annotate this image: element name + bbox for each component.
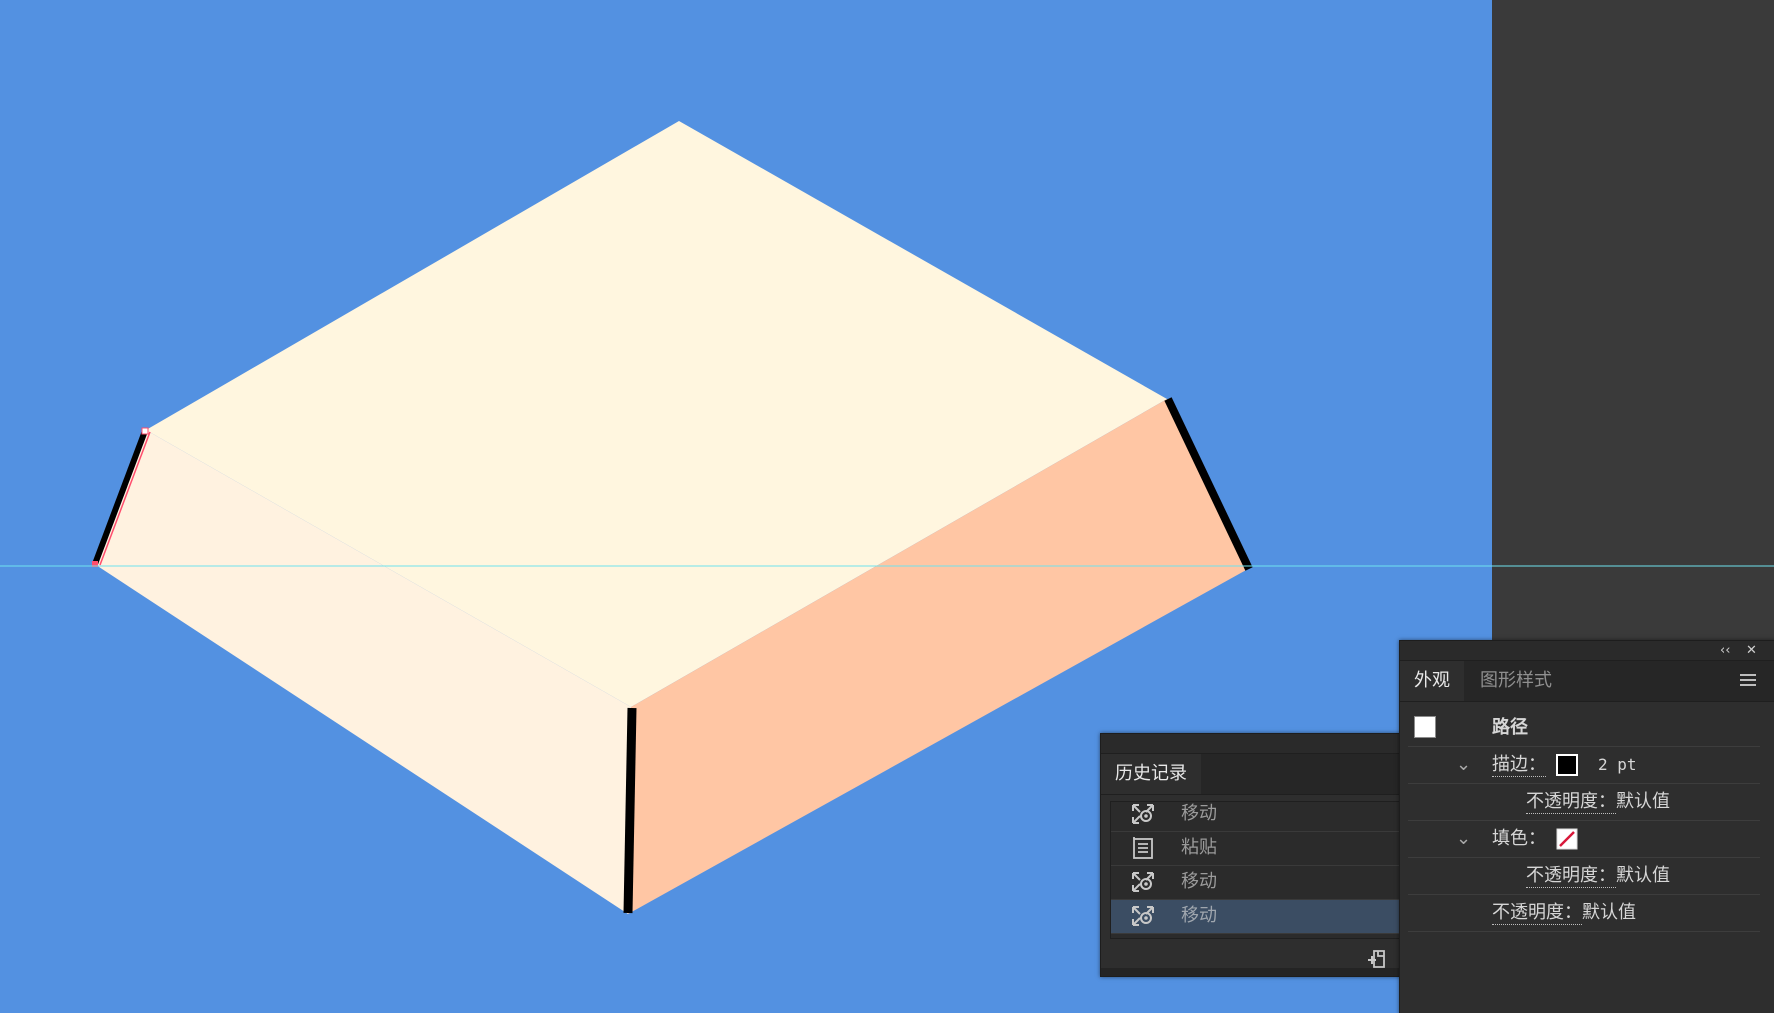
tab-history[interactable]: 历史记录 <box>1101 754 1201 794</box>
fill-none-swatch-icon[interactable] <box>1556 828 1578 850</box>
stroke-swatch[interactable] <box>1556 754 1578 776</box>
history-item-label: 移动 <box>1181 803 1217 824</box>
appearance-panel-titlebar[interactable]: ‹‹ ✕ <box>1400 641 1774 661</box>
new-document-from-state-icon[interactable] <box>1365 948 1389 970</box>
tab-appearance[interactable]: 外观 <box>1400 661 1464 701</box>
stroke-weight-value[interactable]: 2 pt <box>1598 754 1637 776</box>
appearance-fill-row[interactable]: ⌄ 填色： <box>1408 821 1760 858</box>
paste-icon <box>1133 837 1153 859</box>
close-panel-button[interactable]: ✕ <box>1746 642 1757 659</box>
fill-opacity-value: 默认值 <box>1616 865 1670 886</box>
history-item-selected[interactable]: 移动 <box>1111 900 1437 934</box>
appearance-stroke-opacity-row[interactable]: 不透明度： 默认值 <box>1408 784 1760 821</box>
fill-opacity-label[interactable]: 不透明度： <box>1526 865 1616 888</box>
history-item[interactable]: 移动 <box>1111 802 1437 832</box>
appearance-object-row[interactable]: 路径 <box>1408 710 1760 747</box>
history-item-label: 移动 <box>1181 871 1217 892</box>
stroke-opacity-label[interactable]: 不透明度： <box>1526 791 1616 814</box>
expand-chevron-icon[interactable]: ⌄ <box>1456 828 1471 850</box>
history-item[interactable]: 移动 <box>1111 866 1437 900</box>
object-type-label: 路径 <box>1492 717 1528 738</box>
box-middle-edge[interactable] <box>623 707 637 914</box>
move-icon <box>1132 906 1154 926</box>
expand-chevron-icon[interactable]: ⌄ <box>1456 754 1471 776</box>
history-item-label: 移动 <box>1181 905 1217 926</box>
opacity-label[interactable]: 不透明度： <box>1492 902 1582 925</box>
illustrator-workspace: ‹‹ ✕ 历史记录 移动 粘贴 <box>0 0 1774 1013</box>
history-list[interactable]: 移动 粘贴 移动 移动 <box>1110 801 1438 939</box>
appearance-tabbar: 外观 图形样式 <box>1400 661 1774 702</box>
appearance-opacity-row[interactable]: 不透明度： 默认值 <box>1408 895 1760 932</box>
collapse-panel-button[interactable]: ‹‹ <box>1720 642 1730 659</box>
tab-graphic-styles[interactable]: 图形样式 <box>1466 661 1566 701</box>
move-icon <box>1132 872 1154 892</box>
anchor-point-top[interactable] <box>141 427 149 435</box>
stroke-opacity-value: 默认值 <box>1616 791 1670 812</box>
appearance-fill-opacity-row[interactable]: 不透明度： 默认值 <box>1408 858 1760 895</box>
opacity-value: 默认值 <box>1582 902 1636 923</box>
stroke-label[interactable]: 描边： <box>1492 754 1546 777</box>
history-item-label: 粘贴 <box>1181 837 1217 858</box>
history-item[interactable]: 粘贴 <box>1111 832 1437 866</box>
object-thumbnail <box>1414 716 1436 738</box>
panel-menu-icon[interactable] <box>1740 674 1756 686</box>
appearance-stroke-row[interactable]: ⌄ 描边： 2 pt <box>1408 747 1760 784</box>
move-icon <box>1132 804 1154 824</box>
fill-label[interactable]: 填色： <box>1492 828 1546 850</box>
appearance-panel: ‹‹ ✕ 外观 图形样式 路径 ⌄ 描边： 2 pt 不透明度： 默认值 ⌄ 填… <box>1399 640 1774 1013</box>
